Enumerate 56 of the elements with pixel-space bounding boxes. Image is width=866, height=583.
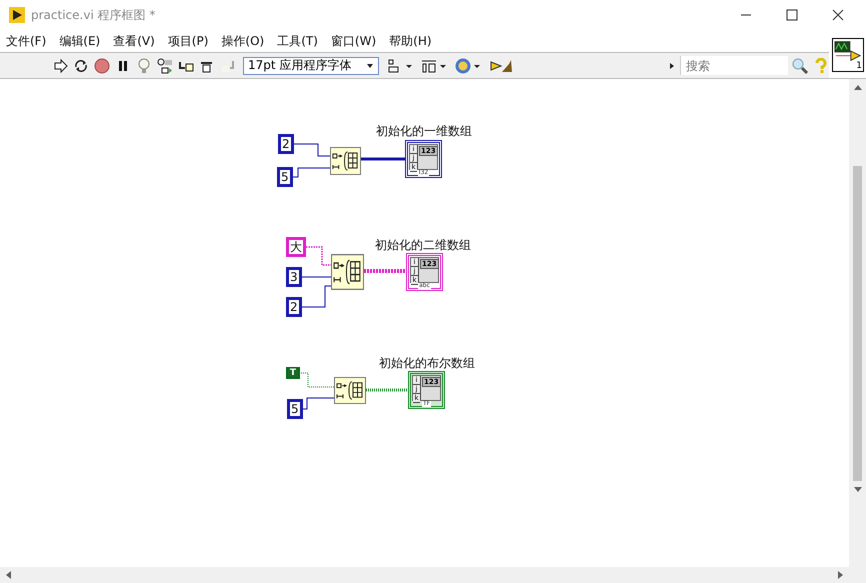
initialize-array-node[interactable] [330, 147, 361, 175]
vertical-scrollbar[interactable] [849, 79, 866, 567]
constant[interactable]: 5 [287, 399, 303, 419]
horizontal-scrollbar[interactable] [0, 567, 866, 583]
caret-icon [366, 62, 374, 68]
abort-icon[interactable] [94, 58, 110, 74]
search-field[interactable]: 搜索 [680, 56, 788, 75]
wire [300, 276, 332, 278]
wire [300, 398, 334, 410]
constant[interactable]: 大 [286, 237, 306, 257]
run-continuously-icon[interactable] [73, 58, 89, 74]
scroll-left-icon[interactable] [6, 571, 11, 579]
connector-pane-icon[interactable]: 1 [832, 38, 864, 72]
indicator-label: 初始化的一维数组 [376, 123, 472, 140]
scroll-up-icon[interactable] [854, 85, 862, 90]
menu-item[interactable]: 项目(P) [164, 32, 214, 50]
array-wire [366, 388, 408, 392]
wire [306, 246, 331, 266]
indicator-label: 初始化的二维数组 [375, 237, 471, 254]
menu-item[interactable]: 操作(O) [217, 32, 270, 50]
menu-item[interactable]: 查看(V) [109, 32, 160, 50]
window-title: practice.vi 程序框图 * [31, 6, 156, 24]
menu-item[interactable]: 工具(T) [273, 32, 323, 50]
maximize-button[interactable] [786, 9, 798, 21]
constant[interactable]: 3 [286, 267, 302, 287]
array-wire [364, 269, 406, 273]
labview-logo-icon [9, 7, 25, 23]
run-arrow-icon[interactable] [52, 58, 68, 74]
wire [292, 144, 330, 156]
menu-item[interactable]: 窗口(W) [326, 32, 382, 50]
reorder-icon[interactable] [455, 58, 481, 74]
retain-wire-values-icon[interactable] [157, 58, 173, 74]
initialize-array-node[interactable] [331, 254, 364, 290]
constant[interactable]: 2 [278, 134, 294, 154]
expand-arrow-icon[interactable] [669, 62, 675, 70]
indicator-label: 初始化的布尔数组 [379, 355, 475, 372]
align-objects-icon[interactable] [387, 58, 413, 74]
scroll-right-icon[interactable] [838, 571, 843, 579]
constant[interactable]: T [286, 367, 300, 379]
scroll-down-icon[interactable] [854, 487, 862, 492]
font-dropdown[interactable]: 17pt 应用程序字体 [243, 56, 379, 74]
close-button[interactable] [832, 9, 844, 21]
wire [290, 168, 330, 178]
initialize-array-node[interactable] [334, 377, 366, 404]
constant[interactable]: 2 [286, 297, 302, 317]
array-wire [361, 158, 405, 160]
lightbulb-icon[interactable] [136, 58, 152, 74]
menu-item[interactable]: 文件(F) [2, 32, 52, 50]
menu-item[interactable]: 帮助(H) [385, 32, 437, 50]
wire [300, 286, 332, 308]
search-icon[interactable] [792, 58, 808, 74]
wire [300, 372, 334, 388]
constant[interactable]: 5 [277, 167, 293, 187]
distribute-objects-icon[interactable] [421, 58, 447, 74]
clean-up-diagram-icon[interactable] [489, 58, 515, 74]
menu-item[interactable]: 编辑(E) [55, 32, 106, 50]
